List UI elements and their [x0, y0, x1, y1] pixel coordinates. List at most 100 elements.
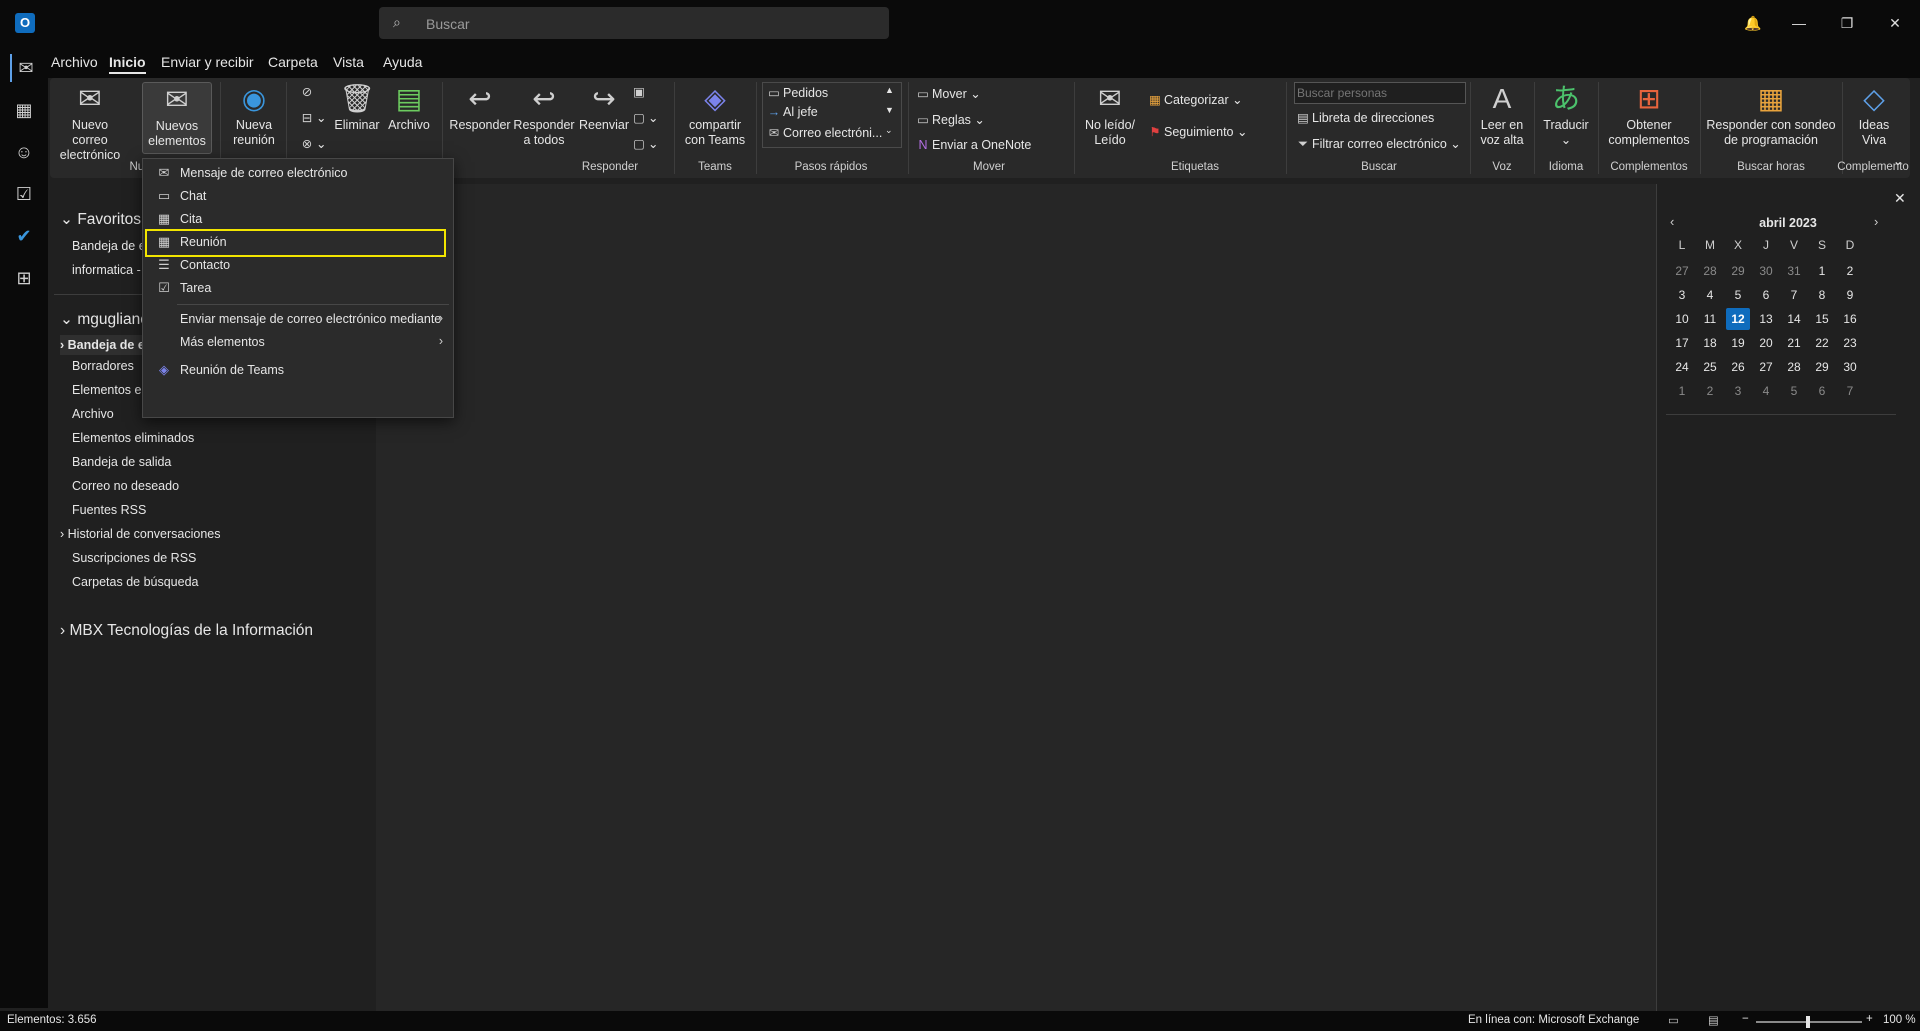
calendar-day[interactable]: 2	[1838, 260, 1862, 282]
menu-item-email[interactable]: ✉ Mensaje de correo electrónico	[143, 162, 453, 186]
folder-conversation-history[interactable]: › Historial de conversaciones	[60, 527, 221, 541]
calendar-day[interactable]: 20	[1754, 332, 1778, 354]
get-addins-button[interactable]: ⊞ Obtener complementos	[1604, 82, 1694, 148]
tab-carpeta[interactable]: Carpeta	[268, 54, 318, 70]
folder-junk[interactable]: Correo no deseado	[72, 479, 179, 493]
quick-step-pedidos[interactable]: ▭ Pedidos	[765, 85, 828, 100]
calendar-day[interactable]: 8	[1810, 284, 1834, 306]
unread-read-button[interactable]: ✉ No leído/ Leído	[1080, 82, 1140, 148]
reply-all-button[interactable]: ↩ Responder a todos	[512, 82, 576, 148]
menu-item-send-via[interactable]: Enviar mensaje de correo electrónico med…	[143, 308, 453, 332]
calendar-day[interactable]: 29	[1810, 356, 1834, 378]
folder-search-folders[interactable]: Carpetas de búsqueda	[72, 575, 198, 589]
menu-item-more-items[interactable]: Más elementos ›	[143, 331, 453, 355]
calendar-day[interactable]: 10	[1670, 308, 1694, 330]
calendar-day[interactable]: 23	[1838, 332, 1862, 354]
favorite-informatica[interactable]: informatica -	[72, 263, 141, 277]
account-header[interactable]: ⌄ mguglianc	[60, 310, 148, 329]
filter-email-button[interactable]: ⏷ Filtrar correo electrónico ⌄	[1294, 136, 1461, 152]
calendar-day[interactable]: 25	[1698, 356, 1722, 378]
close-button[interactable]: ✕	[1872, 8, 1918, 38]
menu-item-contact[interactable]: ☰ Contacto	[143, 254, 453, 278]
gallery-expand-icon[interactable]: ⌄	[885, 125, 893, 136]
delete-button[interactable]: 🗑 Eliminar	[332, 82, 382, 133]
calendar-day[interactable]: 30	[1754, 260, 1778, 282]
folder-drafts[interactable]: Borradores	[72, 359, 134, 373]
tab-inicio[interactable]: Inicio	[109, 54, 146, 74]
archive-button[interactable]: ▤ Archivo	[384, 82, 434, 133]
calendar-day[interactable]: 3	[1670, 284, 1694, 306]
new-items-button[interactable]: ✉ Nuevos elementos	[142, 82, 212, 154]
favorite-inbox[interactable]: Bandeja de en	[72, 239, 153, 253]
tab-archivo[interactable]: Archivo	[51, 54, 98, 70]
rules-button[interactable]: ▭ Reglas ⌄	[914, 112, 985, 127]
calendar-day[interactable]: 28	[1698, 260, 1722, 282]
quick-step-al-jefe[interactable]: → Al jefe	[765, 105, 818, 119]
calendar-day[interactable]: 13	[1754, 308, 1778, 330]
tab-enviar-recibir[interactable]: Enviar y recibir	[161, 54, 254, 70]
search-box[interactable]: ⌕	[379, 7, 889, 41]
minimize-button[interactable]: —	[1776, 8, 1822, 38]
calendar-day[interactable]: 11	[1698, 308, 1722, 330]
gallery-scroll-down-icon[interactable]: ▼	[885, 105, 894, 115]
zoom-in-icon[interactable]: +	[1866, 1013, 1873, 1025]
favorites-header[interactable]: ⌄ Favoritos	[60, 210, 141, 229]
menu-item-appointment[interactable]: ▦ Cita	[143, 208, 453, 232]
move-button[interactable]: ▭ Mover ⌄	[914, 86, 981, 101]
search-people-input[interactable]	[1294, 82, 1466, 104]
reply-button[interactable]: ↩ Responder	[448, 82, 512, 133]
ignore-icon[interactable]: ⊘	[298, 84, 316, 99]
calendar-day[interactable]: 15	[1810, 308, 1834, 330]
gallery-scroll-up-icon[interactable]: ▲	[885, 85, 894, 95]
calendar-day[interactable]: 18	[1698, 332, 1722, 354]
folder-deleted[interactable]: Elementos eliminados	[72, 431, 194, 445]
zoom-slider-thumb[interactable]	[1806, 1016, 1810, 1028]
calendar-day[interactable]: 5	[1726, 284, 1750, 306]
search-input[interactable]	[424, 7, 878, 41]
onenote-button[interactable]: N Enviar a OneNote	[914, 138, 1031, 152]
folder-outbox[interactable]: Bandeja de salida	[72, 455, 171, 469]
calendar-day[interactable]: 6	[1810, 380, 1834, 402]
menu-item-meeting[interactable]: ▦ Reunión	[145, 229, 446, 257]
folder-sent[interactable]: Elementos en	[72, 383, 148, 397]
menu-item-task[interactable]: ☑ Tarea	[143, 277, 453, 301]
meeting-reply-icon[interactable]: ▣	[630, 84, 648, 99]
tab-ayuda[interactable]: Ayuda	[383, 54, 422, 70]
zoom-out-icon[interactable]: −	[1742, 1013, 1749, 1025]
calendar-day[interactable]: 24	[1670, 356, 1694, 378]
new-meeting-button[interactable]: ◉ Nueva reunión	[226, 82, 282, 148]
calendar-day[interactable]: 4	[1754, 380, 1778, 402]
restore-button[interactable]: ❐	[1824, 8, 1870, 38]
cleanup-icon[interactable]: ⊟ ⌄	[298, 110, 327, 125]
calendar-day[interactable]: 28	[1782, 356, 1806, 378]
mail-icon[interactable]: ✉	[10, 54, 40, 82]
normal-view-icon[interactable]: ▭	[1668, 1013, 1679, 1027]
calendar-day[interactable]: 29	[1726, 260, 1750, 282]
scheduling-poll-button[interactable]: ▦ Responder con sondeo de programación	[1706, 82, 1836, 148]
reading-view-icon[interactable]: ▤	[1708, 1013, 1719, 1027]
tab-vista[interactable]: Vista	[333, 54, 364, 70]
ribbon-collapse-icon[interactable]: ⌄	[1893, 154, 1903, 168]
menu-item-teams-meeting[interactable]: ◈ Reunión de Teams	[143, 359, 453, 383]
quick-step-correo[interactable]: ✉ Correo electróni...	[765, 125, 883, 140]
calendar-day[interactable]: 22	[1810, 332, 1834, 354]
calendar-day[interactable]: 4	[1698, 284, 1722, 306]
new-email-button[interactable]: ✉ Nuevo correo electrónico	[56, 82, 124, 163]
calendar-day[interactable]: 16	[1838, 308, 1862, 330]
calendar-day[interactable]: 1	[1670, 380, 1694, 402]
viva-ideas-button[interactable]: ◇ Ideas Viva	[1846, 82, 1902, 148]
calendar-day[interactable]: 2	[1698, 380, 1722, 402]
calendar-day[interactable]: 6	[1754, 284, 1778, 306]
translate-button[interactable]: あ Traducir ⌄	[1540, 82, 1592, 148]
calendar-day[interactable]: 17	[1670, 332, 1694, 354]
folder-archive[interactable]: Archivo	[72, 407, 114, 421]
menu-item-chat[interactable]: ▭ Chat	[143, 185, 453, 209]
calendar-day[interactable]: 9	[1838, 284, 1862, 306]
calendar-day[interactable]: 30	[1838, 356, 1862, 378]
tasks-icon[interactable]: ☑	[10, 180, 38, 208]
zoom-slider[interactable]	[1756, 1016, 1862, 1028]
calendar-day[interactable]: 1	[1810, 260, 1834, 282]
calendar-day[interactable]: 7	[1782, 284, 1806, 306]
im-reply-icon[interactable]: ▢ ⌄	[630, 110, 658, 125]
more-reply-icon[interactable]: ▢ ⌄	[630, 136, 658, 151]
